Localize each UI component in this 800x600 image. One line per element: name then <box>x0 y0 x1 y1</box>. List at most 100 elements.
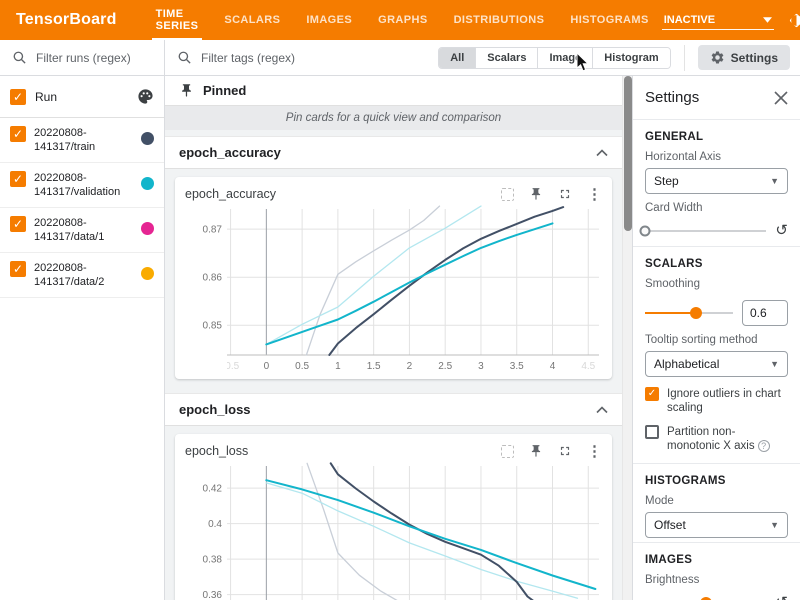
section-title: epoch_loss <box>179 402 251 417</box>
tab-graphs[interactable]: GRAPHS <box>365 0 440 40</box>
pin-icon[interactable] <box>529 444 543 458</box>
slider-knob[interactable] <box>690 307 702 319</box>
close-icon[interactable] <box>774 91 788 105</box>
more-menu-icon[interactable]: ⋮ <box>587 188 602 201</box>
scalar-card-epoch-loss: epoch_loss ⋮ 0.420.40.380.36 <box>175 434 612 600</box>
app-header: TensorBoard TIME SERIES SCALARS IMAGES G… <box>0 0 800 40</box>
fullscreen-icon[interactable] <box>558 444 572 458</box>
filter-tags-field[interactable]: Filter tags (regex) <box>177 50 295 65</box>
partition-x-axis-checkbox[interactable] <box>645 425 659 439</box>
tab-images[interactable]: IMAGES <box>293 0 365 40</box>
tab-distributions[interactable]: DISTRIBUTIONS <box>441 0 558 40</box>
svg-text:0.4: 0.4 <box>208 519 222 530</box>
epoch-loss-chart[interactable]: 0.420.40.380.36 <box>185 462 605 600</box>
runs-column-header: Run <box>35 90 57 104</box>
run-row-data-1[interactable]: ✓ 20220808-141317/data/1 <box>0 208 164 253</box>
smoothing-slider[interactable] <box>645 312 733 314</box>
tooltip-sorting-select[interactable]: Alphabetical ▼ <box>645 351 788 377</box>
card-title: epoch_loss <box>185 444 248 458</box>
run-color-dot <box>141 267 154 280</box>
run-color-dot <box>141 132 154 145</box>
tooltip-sorting-value: Alphabetical <box>654 357 719 371</box>
tab-scalars[interactable]: SCALARS <box>211 0 293 40</box>
filter-runs-placeholder: Filter runs (regex) <box>36 51 131 65</box>
svg-text:1: 1 <box>335 361 341 372</box>
run-row-train[interactable]: ✓ 20220808-141317/train <box>0 118 164 163</box>
brightness-toggle-icon[interactable] <box>787 10 800 30</box>
run-name: 20220808-141317/validation <box>34 171 133 199</box>
pin-icon[interactable] <box>529 187 543 201</box>
tooltip-sorting-label: Tooltip sorting method <box>645 334 788 346</box>
svg-text:3: 3 <box>478 361 484 372</box>
chevron-up-icon[interactable] <box>596 406 608 414</box>
card-zone: epoch_loss ⋮ 0.420.40.380.36 <box>165 426 622 600</box>
svg-text:2.5: 2.5 <box>438 361 452 372</box>
run-checkbox[interactable]: ✓ <box>10 261 26 277</box>
svg-text:0.85: 0.85 <box>203 321 223 332</box>
pinned-title: Pinned <box>203 83 246 98</box>
palette-icon[interactable] <box>137 88 154 105</box>
settings-button[interactable]: Settings <box>698 45 790 70</box>
svg-text:0.38: 0.38 <box>203 555 223 566</box>
epoch-accuracy-chart[interactable]: 0.850.860.87-0.500.511.522.533.544.5 <box>185 205 605 375</box>
main-scrollbar[interactable] <box>622 76 632 600</box>
app-logo: TensorBoard <box>0 11 143 29</box>
pill-image[interactable]: Image <box>537 48 592 68</box>
run-checkbox[interactable]: ✓ <box>10 216 26 232</box>
tab-histograms[interactable]: HISTOGRAMS <box>557 0 661 40</box>
section-header-epoch-accuracy[interactable]: epoch_accuracy <box>165 136 622 169</box>
reset-icon[interactable]: ↺ <box>775 596 788 600</box>
card-width-slider[interactable] <box>645 230 766 232</box>
svg-text:0: 0 <box>264 361 270 372</box>
run-row-validation[interactable]: ✓ 20220808-141317/validation <box>0 163 164 208</box>
runs-sidebar: Filter runs (regex) ✓ Run ✓ 20220808-141… <box>0 40 165 600</box>
slider-knob[interactable] <box>640 226 651 237</box>
pin-icon <box>179 83 194 98</box>
fit-domain-icon[interactable] <box>501 188 514 201</box>
histograms-heading: HISTOGRAMS <box>645 475 788 487</box>
card-width-label: Card Width <box>645 202 788 214</box>
toolbar-divider <box>684 45 685 71</box>
pinned-section-header[interactable]: Pinned <box>165 76 622 105</box>
svg-text:0.5: 0.5 <box>295 361 309 372</box>
ignore-outliers-checkbox[interactable]: ✓ <box>645 387 659 401</box>
chevron-up-icon[interactable] <box>596 149 608 157</box>
chevron-down-icon: ▼ <box>770 176 779 186</box>
main-nav: TIME SERIES SCALARS IMAGES GRAPHS DISTRI… <box>143 0 662 40</box>
partition-x-axis-row[interactable]: Partition non-monotonic X axis? <box>645 425 788 453</box>
pill-scalars[interactable]: Scalars <box>475 48 537 68</box>
reset-icon[interactable]: ↺ <box>775 224 788 238</box>
help-icon[interactable]: ? <box>758 440 770 452</box>
pill-all[interactable]: All <box>439 48 475 68</box>
fit-domain-icon[interactable] <box>501 445 514 458</box>
run-checkbox[interactable]: ✓ <box>10 126 26 142</box>
svg-text:2: 2 <box>407 361 413 372</box>
filter-runs-field[interactable]: Filter runs (regex) <box>0 40 164 76</box>
run-checkbox[interactable]: ✓ <box>10 171 26 187</box>
more-menu-icon[interactable]: ⋮ <box>587 445 602 458</box>
horizontal-axis-label: Horizontal Axis <box>645 151 788 163</box>
horizontal-axis-select[interactable]: Step ▼ <box>645 168 788 194</box>
header-actions: INACTIVE ? <box>662 10 800 30</box>
section-header-epoch-loss[interactable]: epoch_loss <box>165 393 622 426</box>
run-name: 20220808-141317/data/2 <box>34 261 133 289</box>
tab-time-series[interactable]: TIME SERIES <box>143 0 212 40</box>
images-heading: IMAGES <box>645 554 788 566</box>
select-all-runs-checkbox[interactable]: ✓ <box>10 89 26 105</box>
ignore-outliers-row[interactable]: ✓ Ignore outliers in chart scaling <box>645 387 788 415</box>
smoothing-input[interactable]: 0.6 <box>742 300 788 326</box>
scrollbar-thumb[interactable] <box>624 76 632 231</box>
fullscreen-icon[interactable] <box>558 187 572 201</box>
run-row-data-2[interactable]: ✓ 20220808-141317/data/2 <box>0 253 164 298</box>
tag-type-filter-group: All Scalars Image Histogram <box>438 47 670 69</box>
pinned-empty-message: Pin cards for a quick view and compariso… <box>165 105 622 130</box>
svg-text:4.5: 4.5 <box>581 361 595 372</box>
reload-status-dropdown[interactable]: INACTIVE <box>662 11 774 30</box>
reload-status-value: INACTIVE <box>664 14 715 26</box>
histogram-mode-select[interactable]: Offset ▼ <box>645 512 788 538</box>
pill-histogram[interactable]: Histogram <box>592 48 669 68</box>
gear-icon <box>710 50 725 65</box>
section-title: epoch_accuracy <box>179 145 281 160</box>
svg-text:4: 4 <box>550 361 556 372</box>
brightness-label: Brightness <box>645 574 788 586</box>
